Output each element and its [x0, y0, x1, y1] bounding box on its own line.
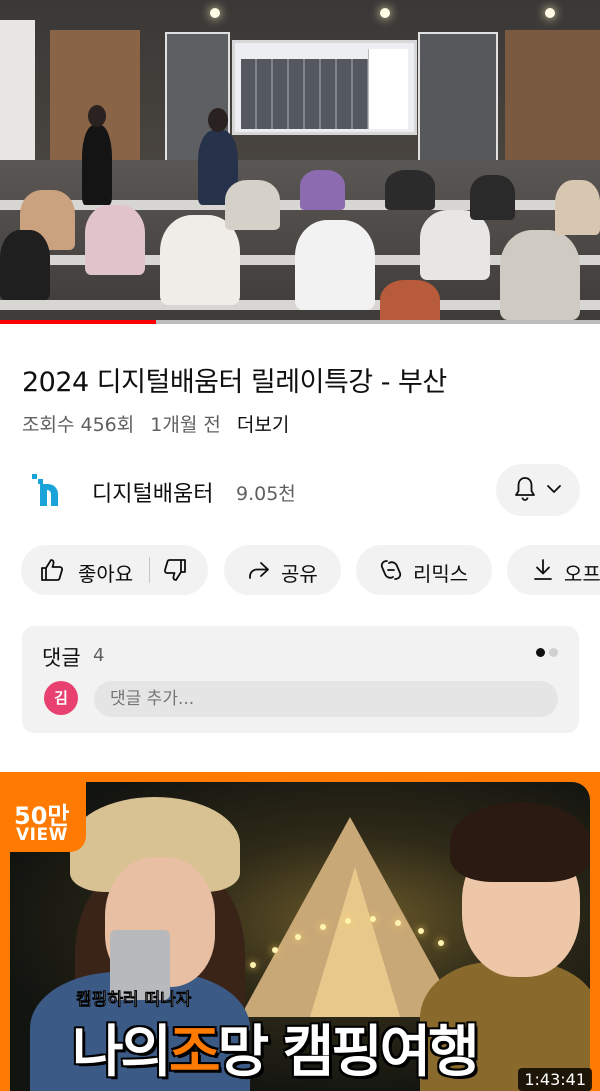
thumbnail-title-part1: 나의	[72, 1020, 172, 1085]
download-label: 오프라인 저장	[564, 562, 600, 586]
action-bar: 좋아요 공유 리믹스 오프라인 저장	[0, 545, 600, 597]
remix-label: 리믹스	[413, 562, 469, 586]
frame-projector-screen	[232, 40, 417, 135]
video-player[interactable]	[0, 0, 600, 324]
comment-input[interactable]	[94, 681, 558, 717]
channel-logo-icon[interactable]	[26, 470, 68, 512]
video-progress-bar[interactable]	[0, 320, 600, 324]
frame-board	[418, 32, 498, 162]
share-icon	[249, 562, 269, 579]
comments-count: 4	[93, 645, 105, 666]
comments-panel[interactable]: 댓글 4 김	[22, 626, 579, 733]
bell-icon	[515, 477, 535, 501]
share-label: 공유	[281, 562, 318, 586]
thumbnail-tent-glow	[310, 867, 400, 1017]
thumbnail-title: 나의조망 캠핑여행	[72, 1007, 480, 1088]
remix-icon	[380, 560, 402, 580]
frame-wood-panel	[505, 30, 600, 180]
chevron-down-icon	[547, 485, 561, 493]
video-progress-fill	[0, 320, 156, 324]
thumbs-down-icon	[163, 559, 186, 581]
video-meta: 조회수 456회 1개월 전 더보기	[22, 410, 299, 437]
video-title[interactable]: 2024 디지털배움터 릴레이특강 - 부산	[22, 360, 447, 399]
thumbnail-image: 캠핑하러 떠나자 나의조망 캠핑여행	[10, 782, 590, 1091]
channel-row: 디지털배움터 9.05천	[22, 464, 582, 516]
frame-audience	[0, 105, 600, 324]
comments-title: 댓글	[42, 646, 81, 670]
thumbnail-person	[450, 802, 590, 882]
upload-age: 1개월 전	[150, 414, 221, 436]
remix-button[interactable]: 리믹스	[356, 545, 492, 595]
views-badge: 50만 VIEW	[0, 772, 86, 852]
like-label: 좋아요	[78, 562, 134, 586]
download-button[interactable]: 오프라인 저장	[507, 545, 600, 595]
thumbnail-title-part2: 망 캠핑여행	[217, 1020, 480, 1085]
views-badge-label: VIEW	[16, 825, 68, 845]
more-link[interactable]: 더보기	[237, 414, 289, 436]
avatar: 김	[44, 681, 78, 715]
share-button[interactable]: 공유	[224, 545, 341, 595]
thumbs-up-icon	[41, 559, 64, 581]
next-video-thumbnail[interactable]: 캠핑하러 떠나자 나의조망 캠핑여행 50만 VIEW 1:43:41	[0, 772, 600, 1091]
channel-name[interactable]: 디지털배움터	[92, 476, 213, 508]
view-count: 조회수 456회	[22, 414, 135, 436]
subscriber-count: 9.05천	[236, 483, 296, 505]
dislike-button[interactable]	[150, 545, 208, 595]
frame-ceiling-lights	[200, 0, 600, 25]
video-duration: 1:43:41	[518, 1068, 592, 1091]
carousel-dot-active	[536, 648, 545, 657]
like-button[interactable]: 좋아요	[21, 545, 149, 595]
frame-wall	[0, 20, 35, 180]
like-dislike-group: 좋아요	[21, 545, 208, 595]
notification-bell-button[interactable]	[496, 464, 580, 516]
carousel-dot	[549, 648, 558, 657]
thumbnail-title-accent: 조	[169, 1020, 221, 1085]
download-icon	[534, 559, 552, 580]
